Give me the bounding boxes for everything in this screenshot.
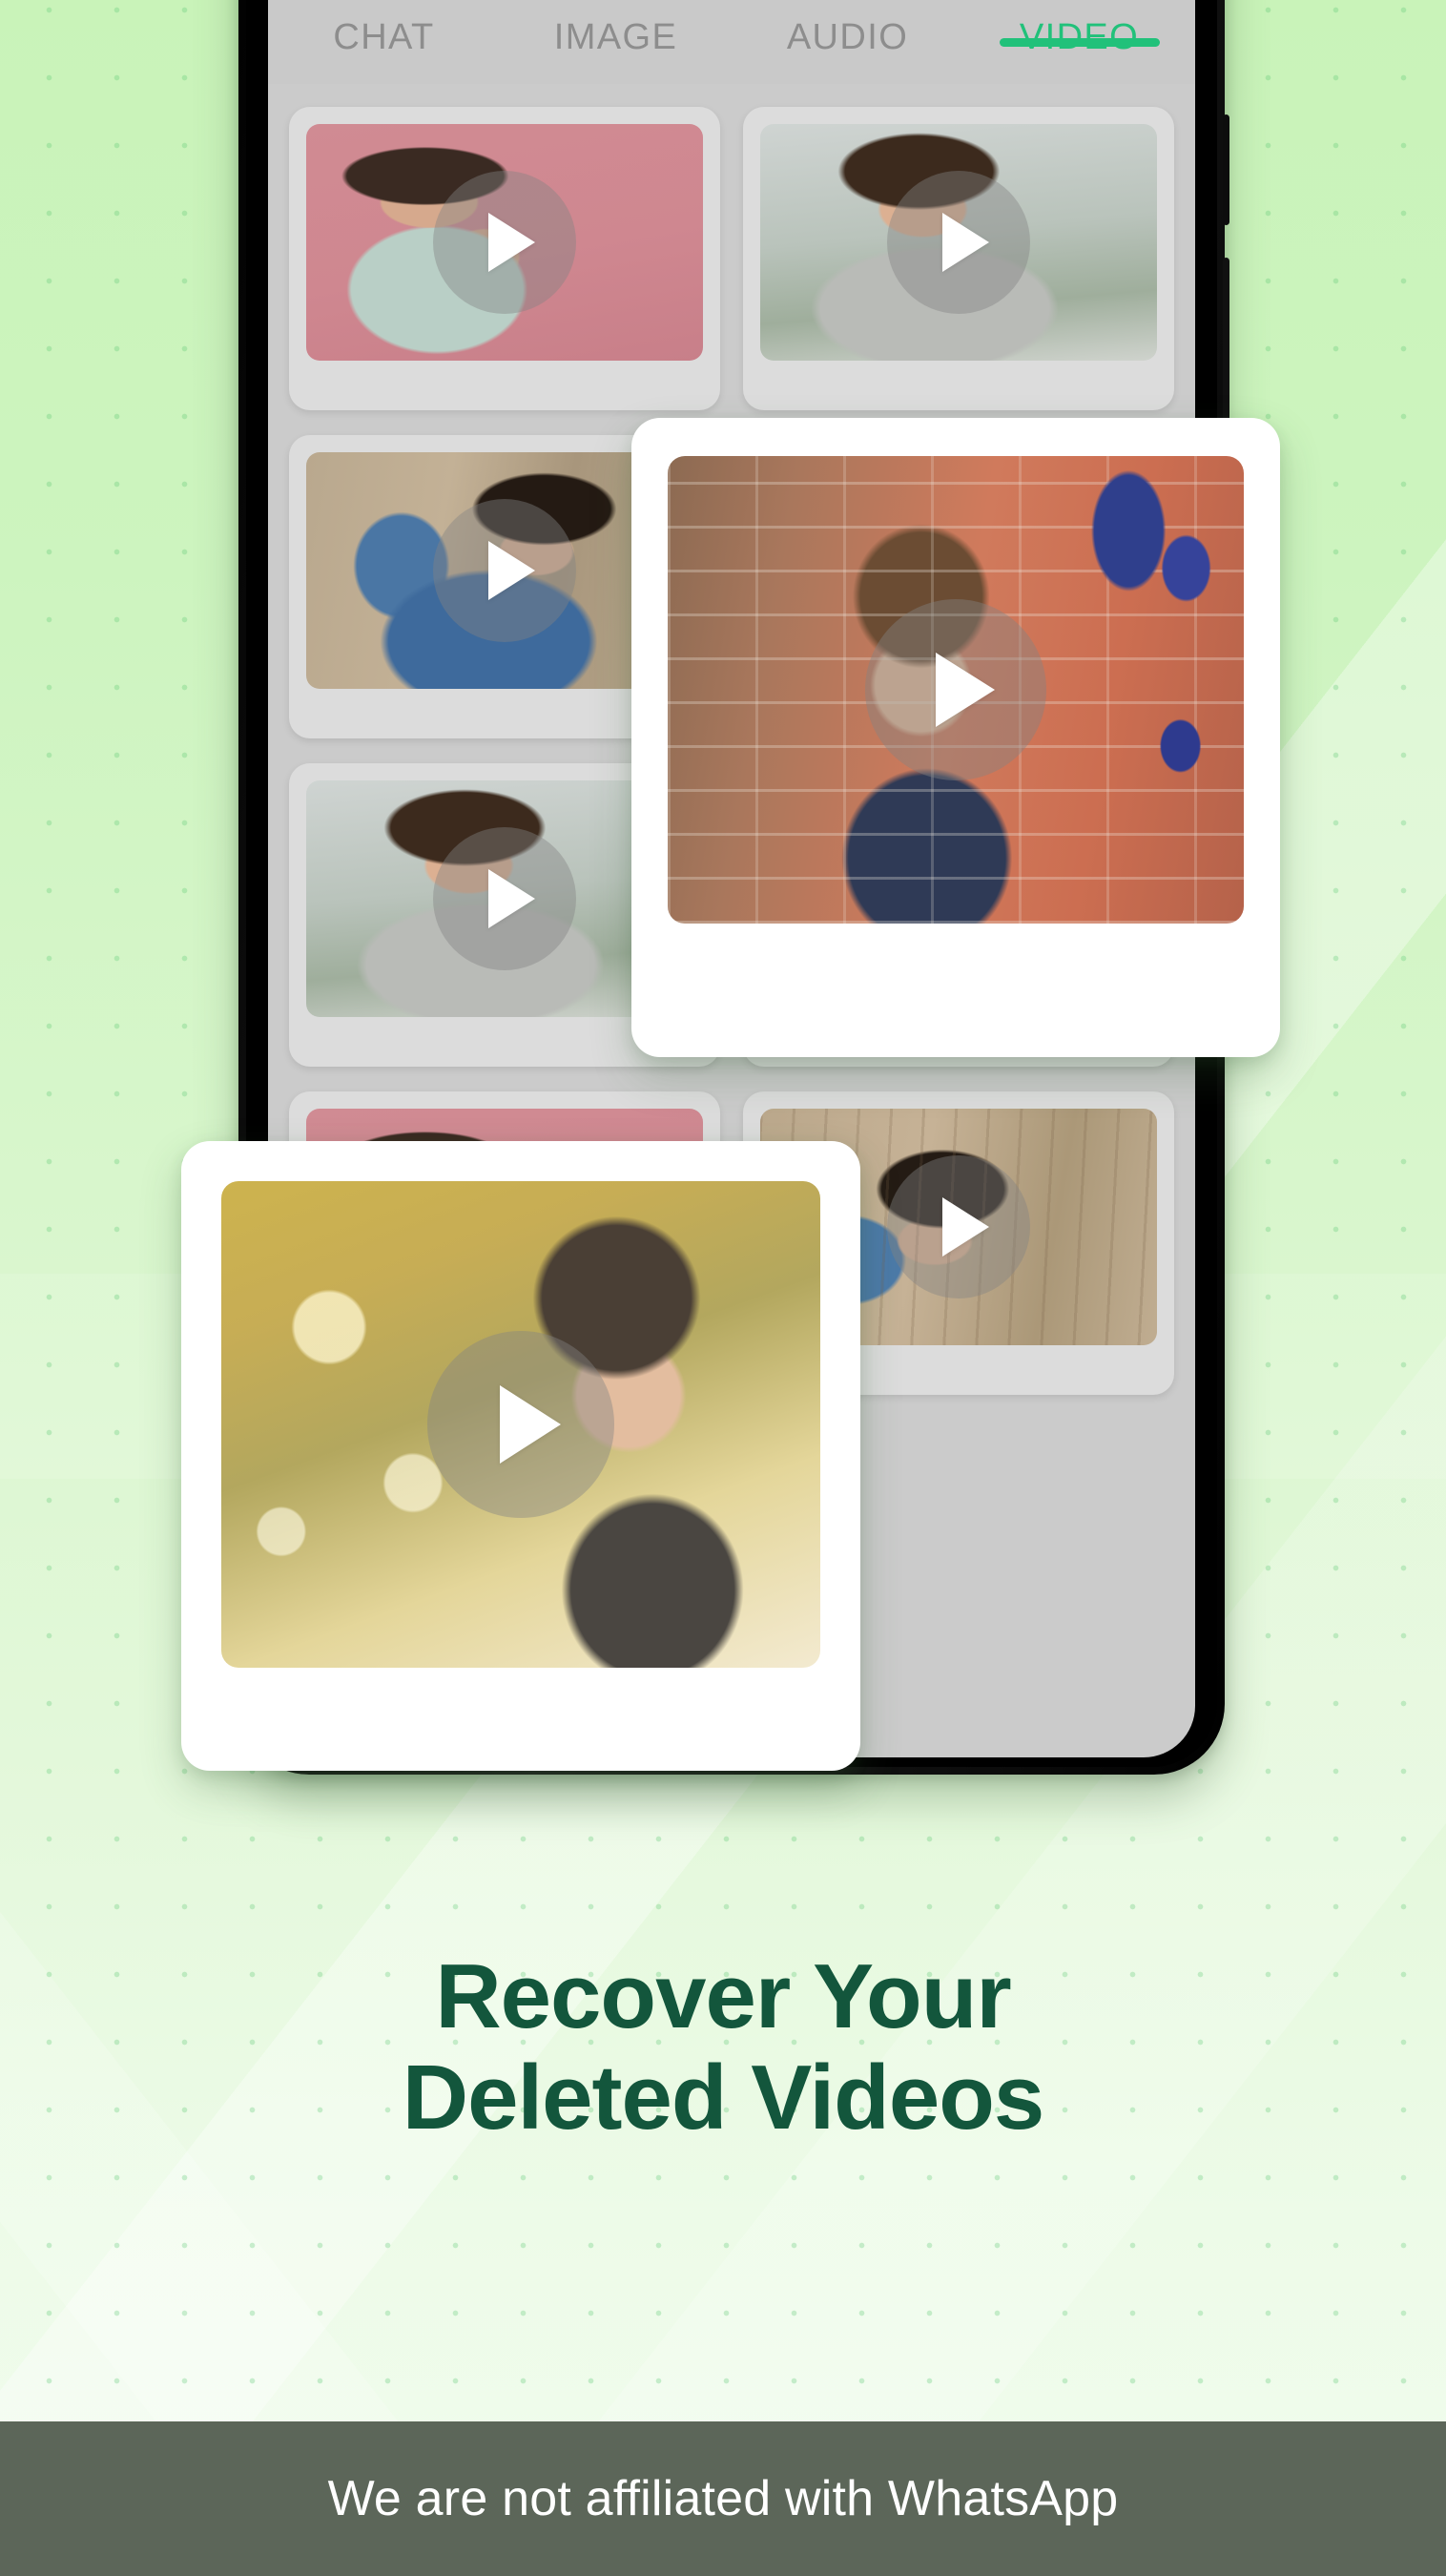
tab-video[interactable]: VIDEO: [963, 0, 1195, 58]
tab-bar: CHAT IMAGE AUDIO VIDEO: [268, 0, 1195, 84]
power-button[interactable]: [1223, 114, 1229, 225]
floating-video-card[interactable]: [181, 1141, 860, 1771]
video-thumbnail: [760, 124, 1157, 361]
tab-chat[interactable]: CHAT: [268, 0, 500, 58]
tab-chat-label: CHAT: [333, 17, 435, 57]
tab-video-label: VIDEO: [1019, 17, 1140, 57]
play-icon[interactable]: [433, 499, 576, 642]
play-icon[interactable]: [433, 827, 576, 970]
play-icon[interactable]: [887, 1155, 1030, 1298]
headline-line-1: Recover Your: [435, 1945, 1011, 2047]
play-icon[interactable]: [887, 171, 1030, 314]
headline-line-2: Deleted Videos: [402, 2046, 1044, 2149]
video-thumbnail: [668, 456, 1244, 924]
tab-image[interactable]: IMAGE: [500, 0, 732, 58]
volume-button[interactable]: [1223, 258, 1229, 429]
video-thumbnail: [306, 124, 703, 361]
play-icon[interactable]: [865, 599, 1046, 780]
page-title: Recover Your Deleted Videos: [0, 1946, 1446, 2148]
tab-audio-label: AUDIO: [786, 17, 909, 57]
disclaimer-bar: We are not affiliated with WhatsApp: [0, 2421, 1446, 2576]
tab-indicator-active: [999, 38, 1160, 47]
video-thumbnail: [221, 1181, 820, 1668]
video-card[interactable]: [289, 107, 720, 410]
tab-audio[interactable]: AUDIO: [732, 0, 963, 58]
floating-video-card[interactable]: [631, 418, 1280, 1057]
disclaimer-text: We are not affiliated with WhatsApp: [327, 2471, 1119, 2526]
video-card[interactable]: [743, 107, 1174, 410]
play-icon[interactable]: [427, 1331, 614, 1518]
play-icon[interactable]: [433, 171, 576, 314]
tab-image-label: IMAGE: [553, 17, 678, 57]
